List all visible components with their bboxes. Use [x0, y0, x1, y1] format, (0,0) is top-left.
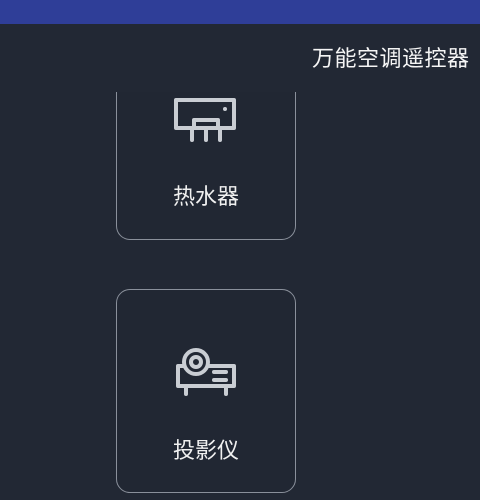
projector-icon [170, 344, 242, 400]
water-heater-icon [170, 92, 242, 148]
device-label-water-heater: 热水器 [172, 185, 239, 210]
device-label-projector: 投影仪 [172, 439, 239, 464]
scroll-clip-overlay [110, 40, 310, 92]
status-bar [0, 0, 480, 24]
app-title: 万能空调遥控器 [312, 47, 470, 72]
device-card-projector[interactable]: 投影仪 [116, 289, 296, 493]
